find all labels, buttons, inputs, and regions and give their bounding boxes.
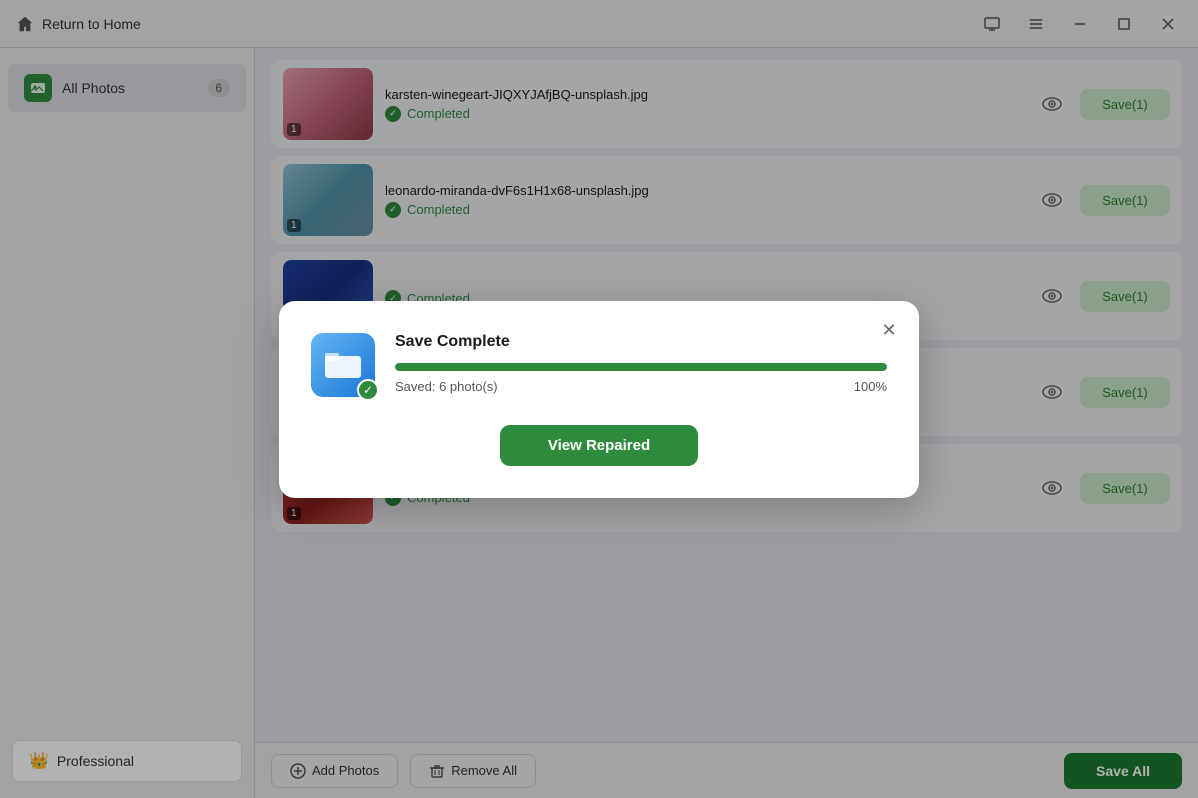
view-repaired-button[interactable]: View Repaired [500, 425, 698, 466]
progress-saved-text: Saved: 6 photo(s) [395, 379, 498, 394]
modal-content: Save Complete Saved: 6 photo(s) 100% [395, 333, 887, 394]
modal-overlay: ✕ ✓ Save Complete Saved: 6 [0, 0, 1198, 798]
modal-icon: ✓ [311, 333, 375, 397]
modal-close-icon: ✕ [881, 320, 896, 341]
save-complete-modal: ✕ ✓ Save Complete Saved: 6 [279, 301, 919, 498]
folder-icon [325, 350, 361, 380]
modal-icon-inner: ✓ [311, 333, 375, 397]
modal-title: Save Complete [395, 333, 887, 351]
modal-header: ✓ Save Complete Saved: 6 photo(s) 100% [311, 333, 887, 397]
progress-bar-container [395, 363, 887, 371]
progress-info: Saved: 6 photo(s) 100% [395, 379, 887, 394]
progress-bar-fill [395, 363, 887, 371]
modal-footer: View Repaired [311, 425, 887, 466]
modal-close-button[interactable]: ✕ [875, 317, 903, 345]
progress-percent: 100% [854, 379, 887, 394]
modal-icon-check: ✓ [357, 379, 379, 401]
